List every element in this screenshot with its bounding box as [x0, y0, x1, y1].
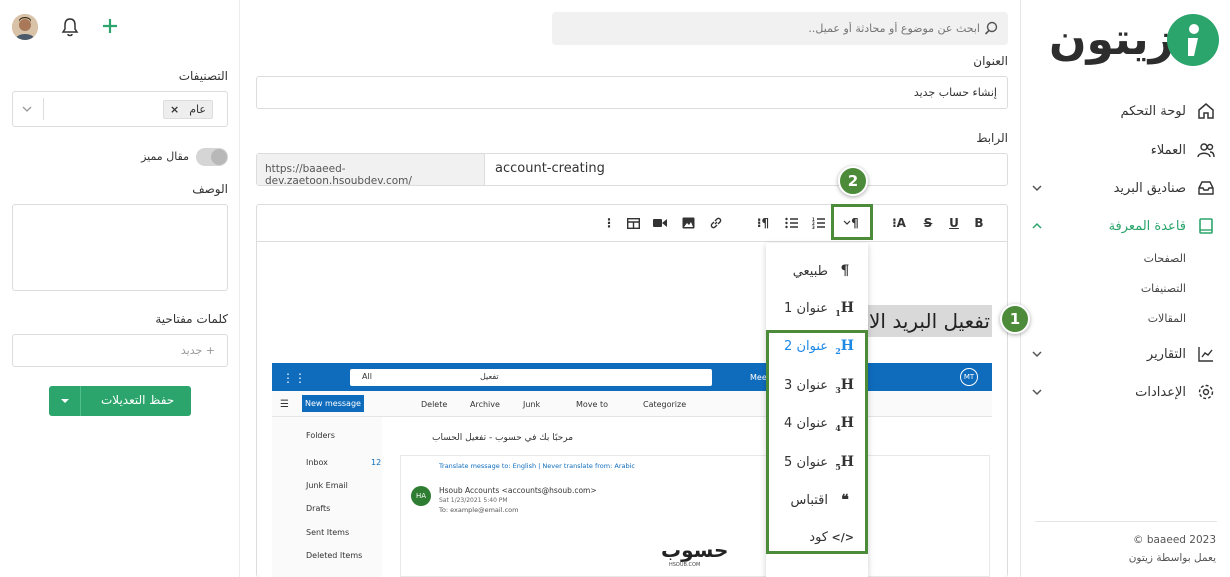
email-screenshot: ⋮⋮ All تفعيل Mee MT ☰ New message Delete…	[272, 363, 992, 577]
home-icon	[1196, 101, 1216, 121]
logo-text: زيتون	[1049, 14, 1174, 65]
text-color-button[interactable]: ⁝ A	[890, 214, 908, 232]
panel-divider	[239, 0, 240, 577]
callout-two: 2	[838, 166, 868, 196]
underline-button[interactable]: U	[947, 214, 961, 232]
toolbar-divider	[257, 241, 1007, 242]
bell-icon[interactable]	[61, 17, 79, 37]
sidebar-item-label: العملاء	[1150, 142, 1186, 158]
search-icon	[984, 21, 998, 35]
outlook-actions: ☰ New message Delete Archive Junk Move t…	[272, 391, 992, 417]
sidebar: زيتون لوحة التحكم العملاء صناديق البريد …	[1020, 0, 1230, 577]
chart-icon	[1196, 344, 1216, 364]
pilcrow-icon: ¶	[840, 263, 850, 279]
image-icon[interactable]	[680, 214, 696, 232]
search-bar[interactable]	[552, 12, 1008, 45]
sidebar-subitem-articles[interactable]: المقالات	[1148, 312, 1186, 325]
title-value: إنشاء حساب جديد	[913, 86, 997, 99]
sidebar-item-label: لوحة التحكم	[1120, 103, 1186, 119]
footer-powered-by: يعمل بواسطة زيتون	[1128, 552, 1216, 564]
keywords-input[interactable]: + جديد	[12, 334, 228, 367]
remove-tag-icon: ×	[170, 103, 180, 116]
search-input[interactable]	[560, 12, 980, 45]
sidebar-item-knowledge-base[interactable]: قاعدة المعرفة	[1030, 214, 1216, 238]
app-launcher-icon: ⋮⋮	[282, 371, 306, 385]
chevron-down-icon[interactable]	[1030, 385, 1044, 399]
link-value[interactable]: account-creating	[495, 161, 605, 176]
sidebar-item-customers[interactable]: العملاء	[1030, 138, 1216, 162]
sidebar-item-label: الإعدادات	[1135, 384, 1186, 400]
outlook-folders: Folders Inbox 12 Junk Email Drafts Sent I…	[272, 417, 382, 577]
description-textarea[interactable]	[12, 204, 228, 291]
sidebar-item-reports[interactable]: التقارير	[1030, 342, 1216, 366]
callout-one: 1	[1000, 304, 1030, 334]
sidebar-item-label: قاعدة المعرفة	[1108, 218, 1186, 234]
link-prefix: https://baaeed-dev.zaetoon.hsoubdev.com/	[257, 154, 485, 187]
selected-heading[interactable]: تفعيل البريد الا	[866, 305, 992, 337]
categories-select[interactable]: عام ×	[12, 91, 228, 127]
highlight-box-format-button	[831, 204, 873, 240]
keywords-label: كلمات مفتاحية	[155, 312, 228, 326]
avatar[interactable]	[12, 14, 38, 40]
title-label: العنوان	[973, 54, 1008, 68]
featured-toggle[interactable]	[196, 148, 228, 166]
format-option-normal[interactable]: ¶ طبيعي	[793, 263, 854, 279]
chevron-down-icon[interactable]	[1030, 181, 1044, 195]
sidebar-footer-divider	[1035, 521, 1217, 522]
video-icon[interactable]	[652, 214, 668, 232]
table-icon[interactable]	[625, 214, 641, 232]
sidebar-item-settings[interactable]: الإعدادات	[1030, 380, 1216, 404]
ordered-list-icon[interactable]: 123	[811, 214, 827, 232]
outlook-avatar: MT	[960, 368, 978, 386]
sidebar-item-label: صناديق البريد	[1113, 180, 1186, 196]
sidebar-subitem-pages[interactable]: الصفحات	[1144, 252, 1186, 265]
save-menu-chevron-icon	[49, 386, 81, 416]
link-field[interactable]: https://baaeed-dev.zaetoon.hsoubdev.com/…	[256, 153, 1008, 187]
inbox-icon	[1196, 178, 1216, 198]
sidebar-item-label: التقارير	[1146, 346, 1186, 362]
gear-icon	[1196, 382, 1216, 402]
strikethrough-button[interactable]: S	[921, 214, 935, 232]
bullet-list-icon[interactable]	[784, 214, 800, 232]
format-option-heading-1[interactable]: 1H عنوان 1	[784, 300, 854, 318]
footer-copyright: © baaeed 2023	[1132, 534, 1216, 546]
categories-label: التصنيفات	[178, 69, 228, 83]
link-icon[interactable]	[708, 214, 724, 232]
users-icon	[1196, 140, 1216, 160]
bold-button[interactable]: B	[972, 214, 986, 232]
chevron-down-icon[interactable]	[1030, 347, 1044, 361]
chevron-down-icon[interactable]	[22, 104, 32, 114]
outlook-topbar: ⋮⋮ All تفعيل Mee MT	[272, 363, 992, 391]
outlook-message: Translate message to: English | Never tr…	[400, 455, 990, 577]
outlook-search: All تفعيل	[350, 369, 712, 386]
heading-icon: 1H	[835, 300, 854, 318]
heading-text: تفعيل البريد الا	[869, 309, 990, 333]
link-label: الرابط	[976, 131, 1008, 145]
chevron-up-icon[interactable]	[1030, 219, 1044, 233]
more-options-icon[interactable]: ⋮	[603, 214, 615, 232]
sidebar-subitem-categories[interactable]: التصنيفات	[1141, 282, 1186, 295]
highlight-box-dropdown	[766, 330, 868, 554]
title-field[interactable]: إنشاء حساب جديد	[256, 76, 1008, 109]
svg-text:3: 3	[812, 225, 815, 229]
book-icon	[1196, 216, 1216, 236]
sidebar-item-mailboxes[interactable]: صناديق البريد	[1030, 176, 1216, 200]
description-label: الوصف	[192, 182, 228, 196]
save-button[interactable]: حفظ التعديلات	[49, 386, 191, 416]
logo-icon	[1167, 14, 1219, 66]
category-tag[interactable]: عام ×	[163, 100, 213, 119]
sidebar-item-dashboard[interactable]: لوحة التحكم	[1030, 99, 1216, 123]
paragraph-direction-icon[interactable]: ⁝¶	[754, 214, 772, 232]
featured-label: مقال مميز	[141, 150, 189, 163]
new-message-button: New message	[302, 395, 364, 412]
hamburger-icon: ☰	[280, 399, 289, 410]
add-icon[interactable]	[102, 18, 118, 34]
